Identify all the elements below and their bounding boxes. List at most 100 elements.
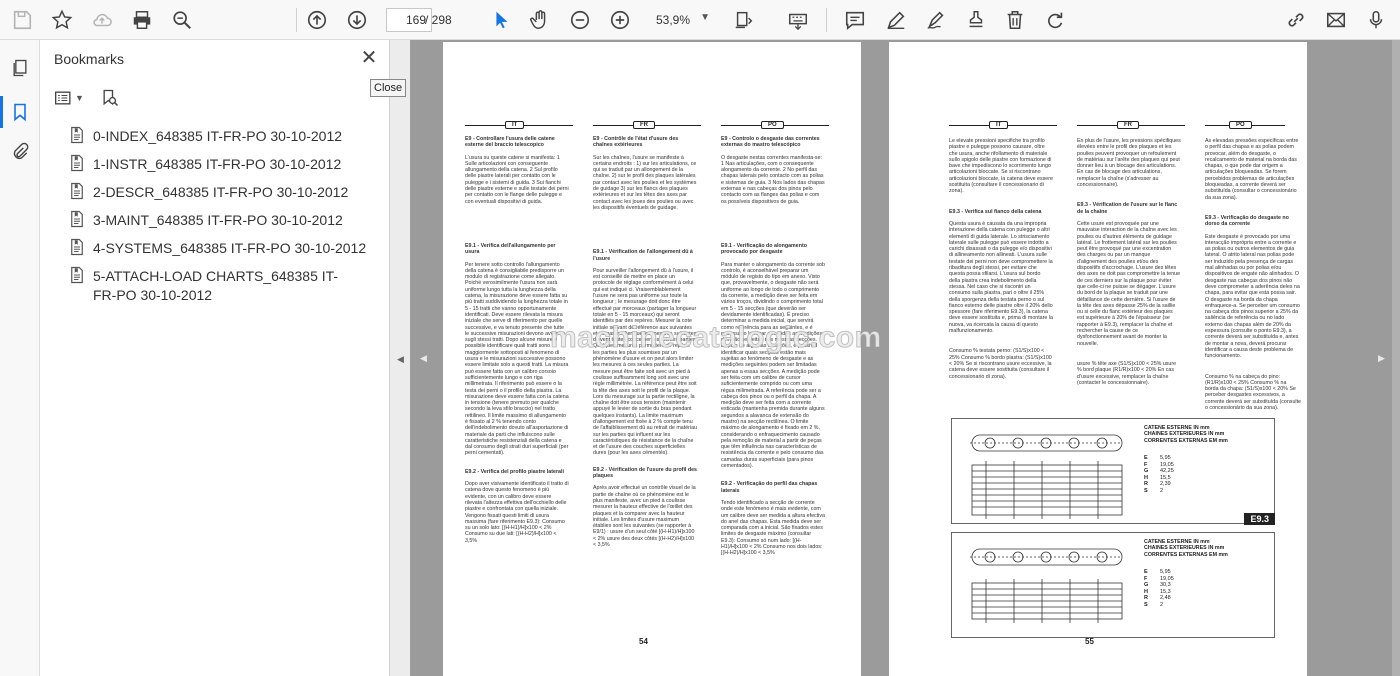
paragraph: Questa usura è causata da una impropria …: [949, 220, 1053, 335]
zoom-level-select[interactable]: 53,9% ▼: [646, 8, 716, 32]
bookmark-item[interactable]: 0-INDEX_648385 IT-FR-PO 30-10-2012: [54, 126, 384, 154]
bookmark-page-icon: [68, 266, 90, 286]
lang-tag-fr: FR: [1117, 121, 1139, 129]
close-icon[interactable]: ✕: [359, 48, 379, 69]
section-heading: E9 - Controlo o desgaste das correntes e…: [721, 136, 820, 149]
section-heading: E9.2 - Verifica del profilo piastre late…: [465, 468, 564, 475]
mic-icon[interactable]: [1362, 6, 1390, 34]
paragraph: Per tenere sotto controllo l'allungament…: [465, 261, 569, 457]
caption-fr: CHAINES EXTERIEURES IN mm: [1144, 545, 1225, 552]
value: 2,48: [1160, 595, 1171, 601]
caption-po: CORRENTES EXTERNAS EM mm: [1144, 551, 1228, 558]
navigation-rail: [0, 40, 40, 676]
figure-values: E 5,95 F 19,05 G 42,25 H 15,5 R 2,39 S2: [1144, 455, 1174, 494]
bookmark-item[interactable]: 1-INSTR_648385 IT-FR-PO 30-10-2012: [54, 154, 384, 182]
section-heading: E9.1 - Vérification de l'allongement dû …: [593, 249, 693, 262]
figure-tag: E9.3: [1244, 513, 1275, 525]
figure-caption: CATENE ESTERNE IN mm CHAINES EXTERIEURES…: [1144, 425, 1228, 444]
chevron-down-icon: ▼: [700, 12, 710, 23]
bookmark-label: 0-INDEX_648385 IT-FR-PO 30-10-2012: [93, 128, 343, 144]
value: 19,05: [1160, 575, 1174, 582]
column-fr: En plus de l'usure, les pressions spécif…: [1077, 138, 1181, 391]
figure-values: E 5,95 F 19,05 G 30,3 H 15,3 R 2,48 S2: [1144, 569, 1174, 608]
cloud-upload-icon[interactable]: [88, 6, 116, 34]
paragraph: As elevadas pressões específicas entre o…: [1205, 138, 1299, 201]
zoom-out-icon[interactable]: [566, 6, 594, 34]
select-cursor-icon[interactable]: [487, 6, 515, 34]
bookmark-item[interactable]: 5-ATTACH-LOAD CHARTS_648385 IT-FR-PO 30-…: [54, 266, 384, 306]
value: 5,95: [1160, 569, 1171, 575]
page-total: / 298: [425, 13, 452, 27]
zoom-search-icon[interactable]: [168, 6, 196, 34]
delete-icon[interactable]: [1001, 6, 1029, 34]
section-heading: E9.3 - Verifica sul fianco della catena: [949, 208, 1042, 215]
page-number: 55: [1085, 637, 1094, 646]
value: 2: [1160, 487, 1164, 494]
redo-icon[interactable]: [1041, 6, 1069, 34]
bookmark-label: 4-SYSTEMS_648385 IT-FR-PO 30-10-2012: [93, 240, 367, 256]
paragraph: Le elevate pressioni specifiche tra prof…: [949, 138, 1053, 195]
comment-icon[interactable]: [841, 6, 869, 34]
bookmark-item[interactable]: 4-SYSTEMS_648385 IT-FR-PO 30-10-2012: [54, 238, 384, 266]
page-fit-icon[interactable]: [730, 6, 758, 34]
lang-tag-po: PO: [761, 121, 784, 129]
document-viewport[interactable]: ◀ ▶ IT FR PO E9 - Controllare l'usura de…: [410, 40, 1400, 676]
find-bookmark-icon[interactable]: [100, 86, 130, 110]
paragraph: Consumo % testata perno: (S1/S)x100 < 25…: [949, 348, 1052, 380]
lang-tag-it: IT: [989, 121, 1009, 129]
keyboard-icon[interactable]: [784, 6, 812, 34]
value: 5,95: [1160, 455, 1171, 461]
email-icon[interactable]: [1322, 6, 1350, 34]
value: 30,3: [1160, 582, 1171, 588]
bookmark-page-icon: [68, 154, 90, 174]
value-key: S: [1144, 487, 1148, 494]
panel-title: Bookmarks: [54, 51, 125, 67]
column-po: As elevadas pressões específicas entre o…: [1205, 138, 1301, 416]
bookmark-options-menu[interactable]: ▼: [54, 86, 84, 110]
bookmark-item[interactable]: 2-DESCR_648385 IT-FR-PO 30-10-2012: [54, 182, 384, 210]
paragraph: usure % tête axe (S1/S)x100 < 25% usure …: [1077, 360, 1177, 386]
bookmarks-panel: Bookmarks ✕ ▼ 0-INDEX_648385 IT-FR-PO 30…: [40, 40, 390, 676]
value: 15,5: [1160, 474, 1171, 481]
zoom-level-value: 53,9%: [656, 13, 691, 27]
sign-icon[interactable]: [922, 6, 950, 34]
bookmarks-panel-icon[interactable]: [6, 98, 34, 126]
bookmark-page-icon: [68, 182, 90, 202]
next-page-icon[interactable]: [343, 6, 371, 34]
section-heading: E9.3 - Vérification de l'usure sur le fl…: [1077, 202, 1178, 215]
save-icon[interactable]: [8, 6, 36, 34]
watermark-text: machinecatalogic.com: [550, 321, 882, 355]
document-page-right: IT FR PO Le elevate pressioni specifiche…: [889, 42, 1307, 676]
bookmark-label: 3-MAINT_648385 IT-FR-PO 30-10-2012: [93, 212, 343, 228]
attachments-icon[interactable]: [6, 138, 34, 166]
print-icon[interactable]: [128, 6, 156, 34]
value-key: S: [1144, 601, 1148, 608]
value: 2: [1160, 601, 1164, 608]
bookmark-label: 2-DESCR_648385 IT-FR-PO 30-10-2012: [93, 184, 349, 200]
value: 42,25: [1160, 468, 1174, 474]
bookmark-star-icon[interactable]: [48, 6, 76, 34]
panel-splitter[interactable]: ◀: [390, 40, 410, 676]
caption-fr: CHAINES EXTERIEURES IN mm: [1144, 431, 1225, 438]
chain-drawing: [970, 548, 1123, 623]
chevron-down-icon: ▼: [75, 93, 84, 103]
share-link-icon[interactable]: [1282, 6, 1310, 34]
vertical-scrollbar[interactable]: [1392, 40, 1400, 676]
close-tooltip: Close: [370, 79, 407, 97]
chain-drawing: [970, 434, 1123, 519]
section-heading: E9.2 - Verificação do perfil das chapas …: [721, 481, 818, 494]
page-thumbnails-icon[interactable]: [6, 54, 34, 82]
zoom-in-icon[interactable]: [606, 6, 634, 34]
previous-page-icon[interactable]: [303, 6, 331, 34]
bookmark-list: 0-INDEX_648385 IT-FR-PO 30-10-2012 1-INS…: [54, 126, 384, 306]
next-page-arrow-icon[interactable]: ▶: [1378, 353, 1385, 364]
stamp-icon[interactable]: [962, 6, 990, 34]
bookmark-item[interactable]: 3-MAINT_648385 IT-FR-PO 30-10-2012: [54, 210, 384, 238]
collapse-arrow-icon[interactable]: ◀: [397, 354, 404, 365]
bookmark-page-icon: [68, 210, 90, 230]
paragraph: Este desgaste é provocado por uma intera…: [1205, 233, 1300, 360]
caption-po: CORRENTES EXTERNAS EM mm: [1144, 437, 1228, 444]
previous-page-arrow-icon[interactable]: ◀: [420, 353, 427, 364]
pen-icon[interactable]: [882, 6, 910, 34]
hand-tool-icon[interactable]: [526, 6, 554, 34]
